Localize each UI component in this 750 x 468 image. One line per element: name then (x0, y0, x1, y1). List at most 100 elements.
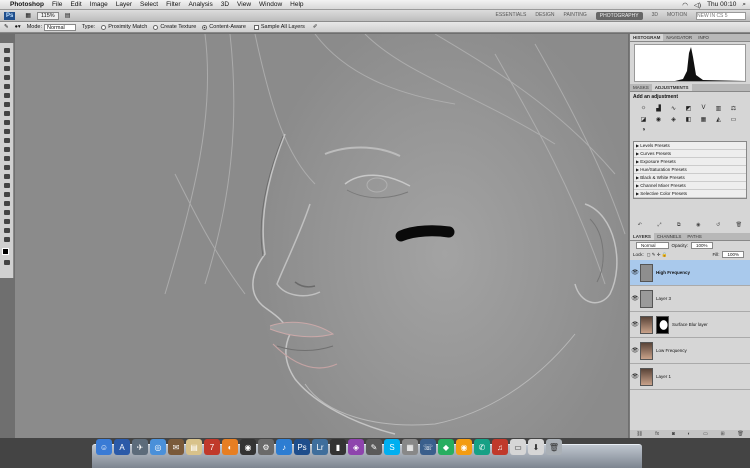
menu-app[interactable]: Photoshop (10, 1, 44, 8)
group-icon[interactable]: ▭ (703, 431, 708, 437)
eraser-tool-icon[interactable] (2, 137, 11, 144)
radio-create-texture[interactable] (153, 24, 159, 30)
expand-icon[interactable]: ⤢ (658, 222, 662, 228)
gradient-map-icon[interactable]: ▭ (728, 116, 739, 125)
fx-icon[interactable]: fx (655, 431, 659, 437)
bridge-icon[interactable]: ▦ (25, 12, 31, 19)
brightness-icon[interactable]: ☼ (638, 105, 649, 114)
3d-orbit-tool-icon[interactable] (2, 218, 11, 225)
menu-window[interactable]: Window (259, 1, 282, 8)
pressure-icon[interactable]: ✐ (313, 24, 318, 30)
delete-icon[interactable]: 🗑 (736, 222, 742, 228)
link-icon[interactable]: ⛓ (636, 431, 642, 437)
menu-edit[interactable]: Edit (70, 1, 81, 8)
wifi-icon[interactable]: ◠ (682, 1, 688, 9)
move-tool-icon[interactable] (2, 47, 11, 54)
documents-stack-icon[interactable]: ▭ (510, 439, 526, 455)
photos-icon[interactable]: ◐ (222, 439, 238, 455)
radio-proximity-match[interactable] (101, 24, 107, 30)
reset-icon[interactable]: ↺ (716, 222, 720, 228)
photoshop-icon[interactable]: Ps (294, 439, 310, 455)
preview-icon[interactable]: ◈ (348, 439, 364, 455)
preset-exposure[interactable]: Exposure Presets (634, 158, 746, 166)
spot-healing-brush-icon[interactable]: ✎ (4, 24, 9, 30)
tab-histogram[interactable]: HISTOGRAM (630, 34, 664, 41)
document-canvas[interactable] (15, 34, 628, 438)
finder-icon[interactable]: ☺ (96, 439, 112, 455)
vibrance-icon[interactable]: V (698, 105, 709, 114)
menu-image[interactable]: Image (90, 1, 108, 8)
messages-icon[interactable]: ✆ (474, 439, 490, 455)
clock[interactable]: Thu 00:10 (707, 1, 736, 8)
shape-tool-icon[interactable] (2, 200, 11, 207)
calculator-icon[interactable]: ▦ (402, 439, 418, 455)
brush-size-icon[interactable]: ●▾ (15, 24, 21, 30)
visibility-eye-icon[interactable]: 👁 (630, 321, 640, 328)
eyedropper-tool-icon[interactable] (2, 92, 11, 99)
lightroom-icon[interactable]: Lr (312, 439, 328, 455)
workspace-photography[interactable]: PHOTOGRAPHY (595, 11, 643, 20)
layer-row-high-frequency[interactable]: 👁 High Frequency (630, 260, 750, 286)
itunes-icon[interactable]: ♪ (276, 439, 292, 455)
color-balance-icon[interactable]: ⚖ (728, 105, 739, 114)
workspace-3d[interactable]: 3D (652, 12, 658, 20)
quick-select-tool-icon[interactable] (2, 74, 11, 81)
lock-icons[interactable]: ◻ ✎ ✛ 🔒 (647, 252, 668, 258)
maps-icon[interactable]: ◉ (456, 439, 472, 455)
layer-mask-thumbnail[interactable] (656, 315, 669, 334)
preset-curves[interactable]: Curves Presets (634, 150, 746, 158)
preset-selective-color[interactable]: Selective Color Presets (634, 190, 746, 198)
blend-mode-select[interactable]: Normal (636, 242, 669, 249)
safari-icon[interactable]: ◎ (150, 439, 166, 455)
photo-filter-icon[interactable]: ◉ (653, 116, 664, 125)
color-swatches[interactable] (1, 248, 12, 258)
visibility-eye-icon[interactable]: 👁 (630, 295, 640, 302)
posterize-icon[interactable]: ▦ (698, 116, 709, 125)
tab-masks[interactable]: MASKS (630, 84, 652, 91)
black-white-icon[interactable]: ◪ (638, 116, 649, 125)
selective-color-icon[interactable]: ◑ (638, 127, 649, 136)
menu-file[interactable]: File (52, 1, 62, 8)
notes-icon[interactable]: ▤ (186, 439, 202, 455)
quick-mask-icon[interactable] (2, 259, 11, 266)
calendar-icon[interactable]: 7 (204, 439, 220, 455)
curves-icon[interactable]: ∿ (668, 105, 679, 114)
menu-view[interactable]: View (237, 1, 251, 8)
threshold-icon[interactable]: ◭ (713, 116, 724, 125)
healing-brush-tool-icon[interactable] (2, 101, 11, 108)
fill-input[interactable]: 100% (722, 251, 744, 258)
new-layer-icon[interactable]: ⊞ (720, 431, 724, 437)
tab-navigator[interactable]: NAVIGATOR (663, 34, 695, 41)
pen-tool-icon[interactable] (2, 173, 11, 180)
layer-row-layer-3[interactable]: 👁 Layer 3 (630, 286, 750, 312)
return-icon[interactable]: ↶ (638, 222, 642, 228)
channel-mixer-icon[interactable]: ◈ (668, 116, 679, 125)
exposure-icon[interactable]: ◩ (683, 105, 694, 114)
add-mask-icon[interactable]: ◙ (672, 431, 675, 437)
music-icon[interactable]: ♫ (492, 439, 508, 455)
adjustment-layer-icon[interactable]: ◐ (687, 431, 690, 437)
clone-stamp-tool-icon[interactable] (2, 119, 11, 126)
brush-tool-icon[interactable] (2, 110, 11, 117)
tab-adjustments[interactable]: ADJUSTMENTS (651, 84, 692, 91)
hand-tool-icon[interactable] (2, 227, 11, 234)
hue-saturation-icon[interactable]: ▥ (713, 105, 724, 114)
layer-row-low-frequency[interactable]: 👁 Low Frequency (630, 338, 750, 364)
menu-analysis[interactable]: Analysis (189, 1, 213, 8)
search-input[interactable] (696, 11, 746, 20)
downloads-stack-icon[interactable]: ⬇ (528, 439, 544, 455)
path-select-tool-icon[interactable] (2, 191, 11, 198)
foreground-color-icon[interactable] (1, 248, 9, 255)
opacity-input[interactable]: 100% (691, 242, 713, 249)
trash-icon[interactable]: 🗑 (546, 439, 562, 455)
tab-info[interactable]: INFO (695, 34, 712, 41)
skype-icon[interactable]: S (384, 439, 400, 455)
tab-layers[interactable]: LAYERS (630, 233, 654, 240)
terminal-icon[interactable]: ▮ (330, 439, 346, 455)
visibility-eye-icon[interactable]: 👁 (630, 373, 640, 380)
tab-channels[interactable]: CHANNELS (654, 233, 685, 240)
layer-row-surface-blur[interactable]: 👁 Surface Blur layer (630, 312, 750, 338)
visibility-eye-icon[interactable]: 👁 (630, 347, 640, 354)
preset-levels[interactable]: Levels Presets (634, 142, 746, 150)
preset-hue-saturation[interactable]: Hue/Saturation Presets (634, 166, 746, 174)
